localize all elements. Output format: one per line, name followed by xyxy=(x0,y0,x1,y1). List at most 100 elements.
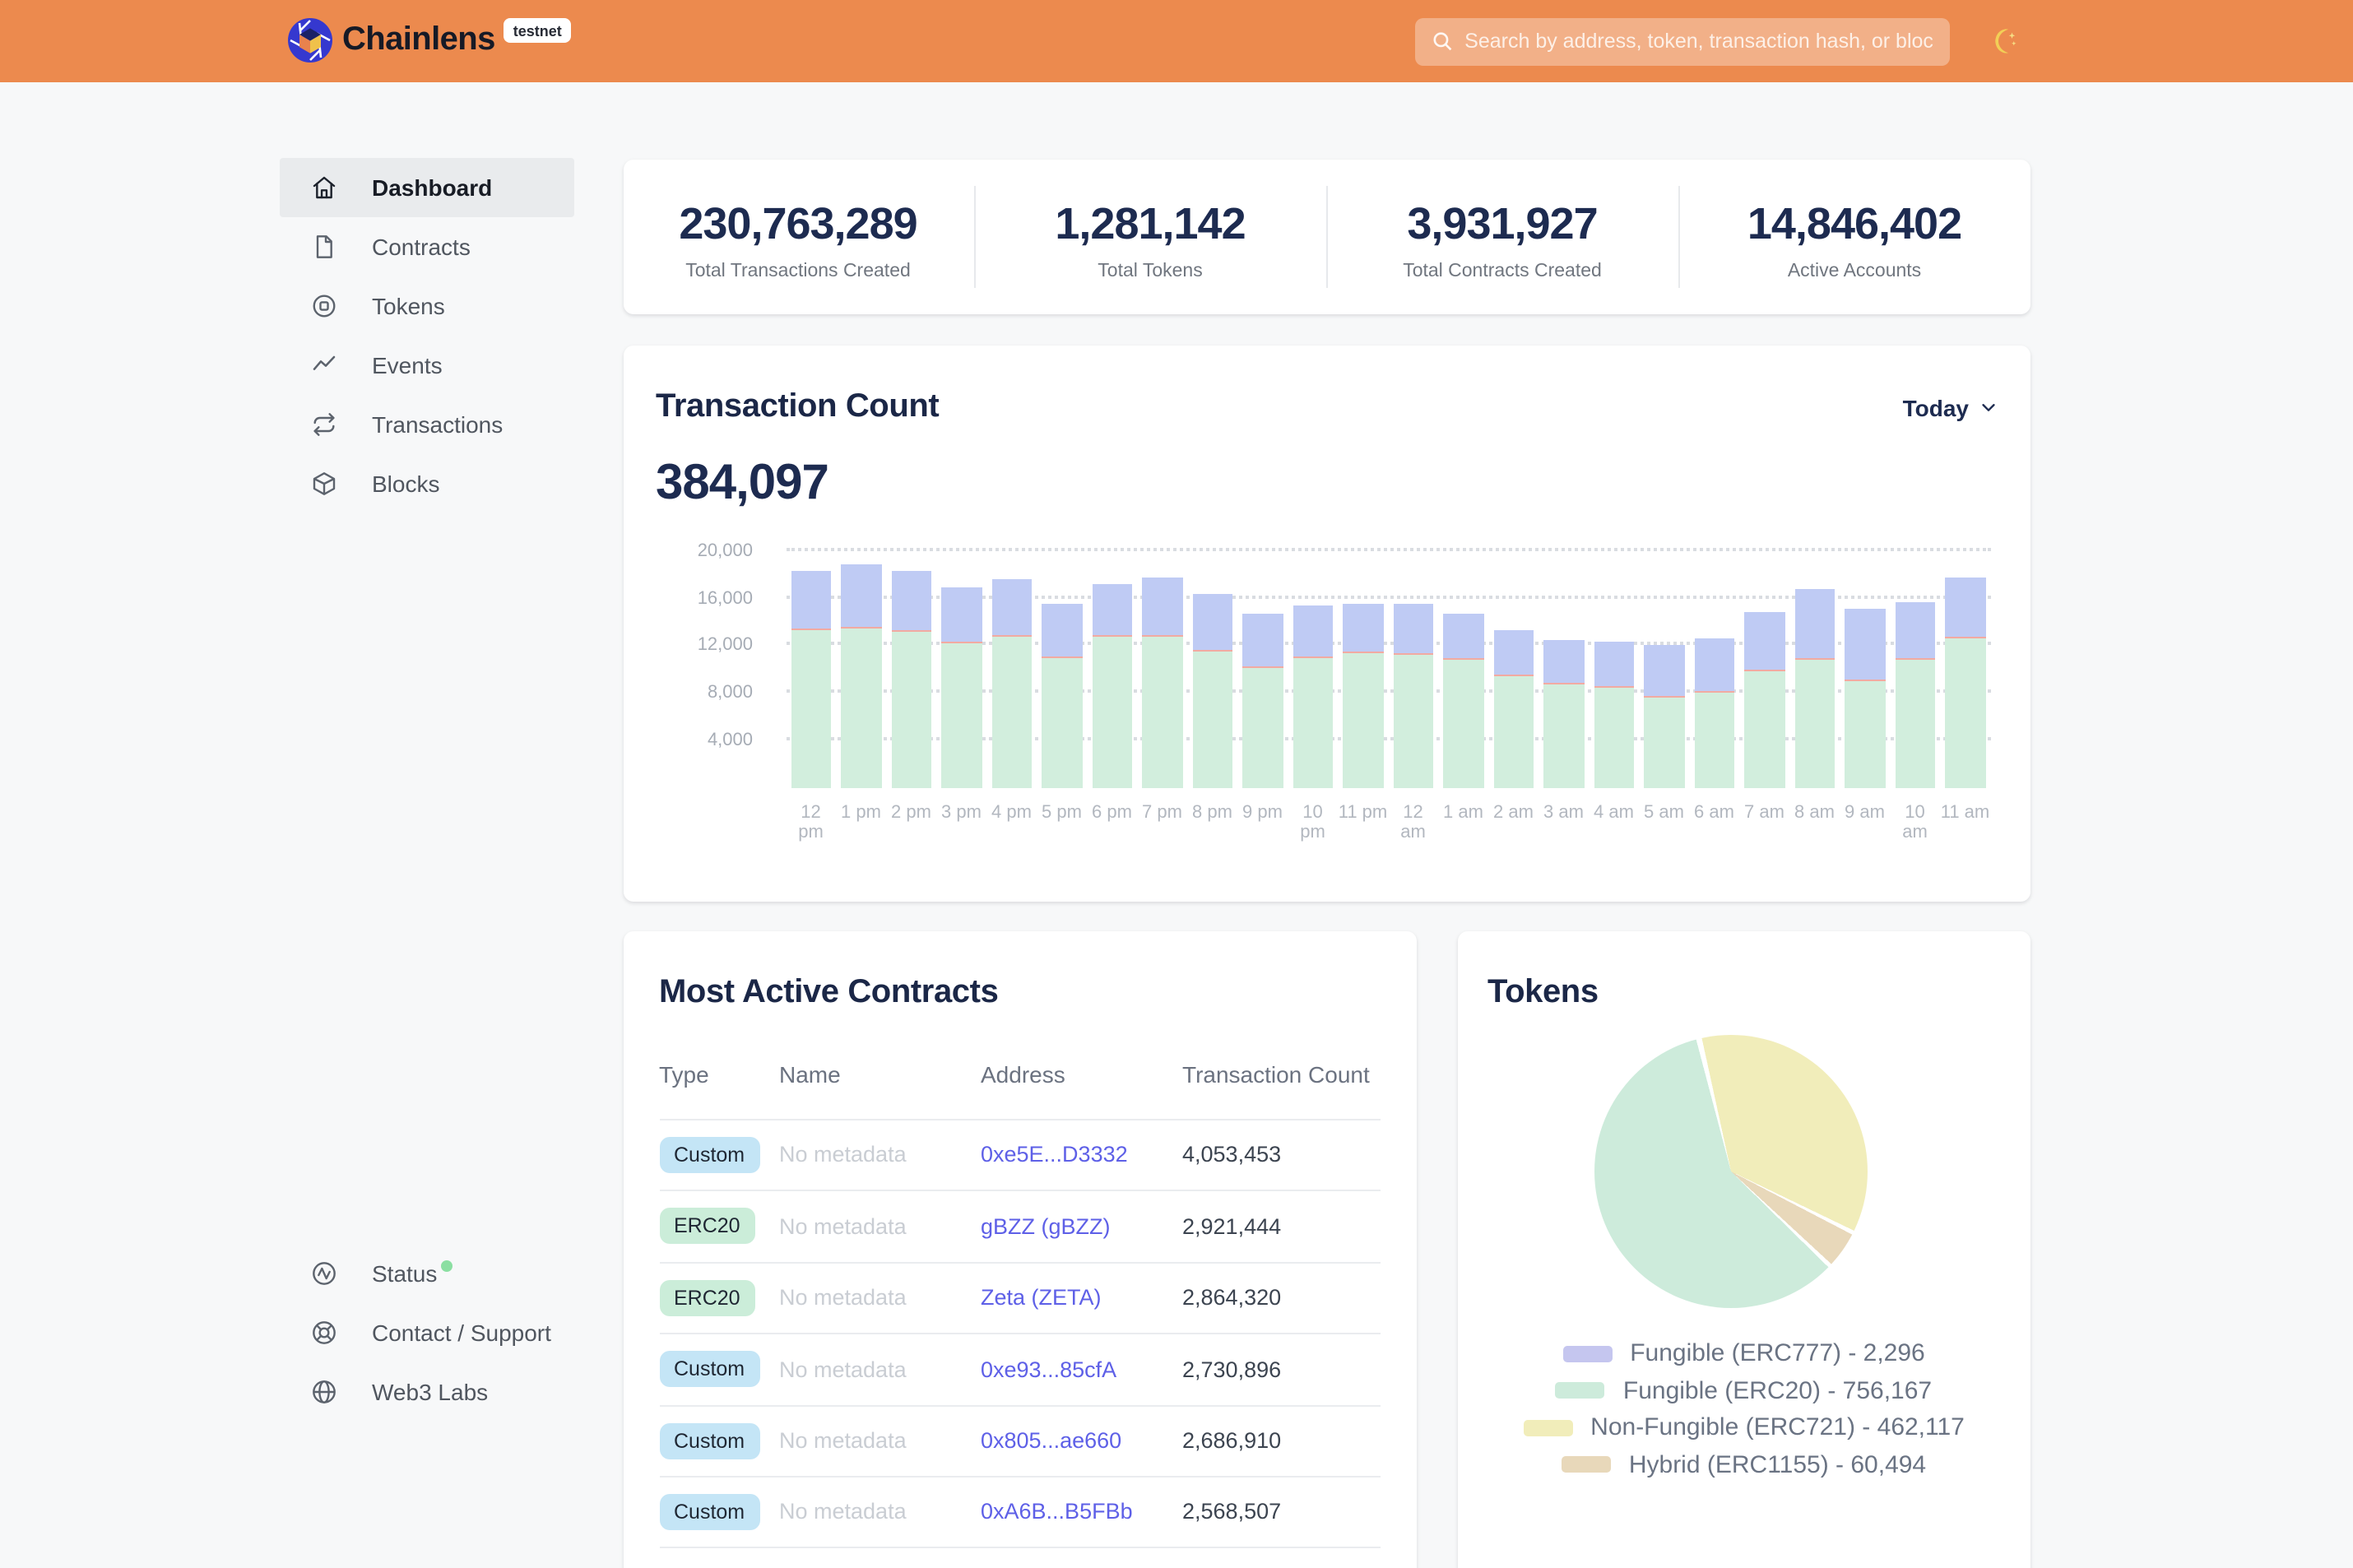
x-tick-label: 5 pm xyxy=(1037,802,1087,842)
type-badge: Custom xyxy=(659,1352,759,1388)
address-link[interactable]: gBZZ (gBZZ) xyxy=(981,1214,1182,1239)
sidebar-item-label: Web3 Labs xyxy=(372,1379,488,1405)
top-bar: Chainlens testnet xyxy=(0,0,2353,82)
chainlens-logo-icon xyxy=(288,18,332,63)
bar-segment-series-green xyxy=(1895,659,1935,787)
tokens-pie-chart xyxy=(1594,1034,1868,1307)
sidebar-item-label: Tokens xyxy=(372,293,445,319)
sidebar-item-label: Transactions xyxy=(372,411,503,438)
bar-segment-series-green xyxy=(1744,671,1784,787)
x-tick-label: 4 pm xyxy=(986,802,1037,842)
cell-transaction-count: 2,921,444 xyxy=(1182,1214,1381,1239)
legend-swatch xyxy=(1562,1457,1611,1473)
bar-segment-series-blue xyxy=(991,578,1032,634)
table-row: CustomNo metadata0xe93...85cfA2,730,896 xyxy=(659,1333,1381,1404)
cell-name: No metadata xyxy=(779,1286,981,1311)
chart-bar-7-am xyxy=(1739,551,1789,787)
cell-type: Custom xyxy=(659,1352,779,1388)
address-link[interactable]: 0xA6B...B5FBb xyxy=(981,1500,1182,1524)
home-icon xyxy=(311,174,337,201)
tokens-title: Tokens xyxy=(1487,973,2000,1011)
sidebar-item-transactions[interactable]: Transactions xyxy=(280,395,573,454)
bar-segment-series-green xyxy=(1242,667,1283,787)
stat-label: Total Tokens xyxy=(975,261,1325,281)
bar-segment-series-blue xyxy=(1192,594,1232,651)
cell-transaction-count: 2,864,320 xyxy=(1182,1286,1381,1311)
bar-chart: 4,0008,00012,00016,00020,000 xyxy=(656,551,1997,787)
contracts-table-body: CustomNo metadata0xe5E...D33324,053,453E… xyxy=(659,1118,1381,1547)
x-tick-label: 8 pm xyxy=(1187,802,1237,842)
x-tick-label: 10 pm xyxy=(1288,802,1338,842)
bar-segment-series-blue xyxy=(1895,602,1935,657)
search-bar[interactable] xyxy=(1415,17,1950,65)
bar-segment-series-blue xyxy=(1443,614,1483,658)
stat-value: 1,281,142 xyxy=(975,198,1325,249)
moon-icon[interactable] xyxy=(1991,26,2021,56)
sidebar-item-dashboard[interactable]: Dashboard xyxy=(280,158,573,217)
x-tick-label: 6 am xyxy=(1689,802,1739,842)
bar-segment-series-green xyxy=(1042,658,1082,787)
chart-bar-8-am xyxy=(1789,551,1840,787)
range-selector-dropdown[interactable]: Today xyxy=(1903,394,1997,420)
address-link[interactable]: 0xe93...85cfA xyxy=(981,1357,1182,1382)
chevron-down-icon xyxy=(1979,398,1997,416)
stat-value: 14,846,402 xyxy=(1679,198,2030,249)
x-tick-label: 9 am xyxy=(1840,802,1890,842)
bar-segment-series-blue xyxy=(1794,589,1835,659)
sidebar-item-status[interactable]: Status xyxy=(280,1244,573,1303)
sidebar-item-blocks[interactable]: Blocks xyxy=(280,454,573,513)
cell-name: No metadata xyxy=(779,1143,981,1167)
chart-bar-2-pm xyxy=(886,551,936,787)
type-badge: Custom xyxy=(659,1423,759,1459)
activity-icon xyxy=(311,1260,337,1287)
address-link[interactable]: 0x805...ae660 xyxy=(981,1429,1182,1454)
search-input[interactable] xyxy=(1464,30,1933,53)
most-active-contracts-card: Most Active Contracts TypeNameAddressTra… xyxy=(623,930,1417,1568)
cell-type: Custom xyxy=(659,1423,779,1459)
sidebar-footer: StatusContact / Support Web3 Labs xyxy=(280,1244,573,1422)
bar-segment-series-blue xyxy=(1092,584,1132,635)
address-link[interactable]: Zeta (ZETA) xyxy=(981,1286,1182,1311)
cell-type: ERC20 xyxy=(659,1208,779,1245)
bar-segment-series-green xyxy=(1694,693,1734,788)
bar-segment-series-blue xyxy=(1945,578,1985,637)
support-icon xyxy=(311,1320,337,1346)
bar-segment-series-green xyxy=(841,629,881,787)
chart-plot xyxy=(786,551,1990,787)
chart-bar-1-pm xyxy=(836,551,886,787)
sidebar-item-contracts[interactable]: Contracts xyxy=(280,217,573,276)
cell-transaction-count: 2,730,896 xyxy=(1182,1357,1381,1382)
stat-value: 3,931,927 xyxy=(1327,198,1678,249)
chart-bar-11-pm xyxy=(1338,551,1388,787)
bar-segment-series-green xyxy=(1343,654,1383,787)
sidebar-item-web3-labs[interactable]: Web3 Labs xyxy=(280,1362,573,1422)
x-tick-label: 7 am xyxy=(1739,802,1789,842)
range-selector-value: Today xyxy=(1903,394,1969,420)
chart-bar-10-am xyxy=(1890,551,1940,787)
address-link[interactable]: 0xe5E...D3332 xyxy=(981,1143,1182,1167)
env-badge: testnet xyxy=(504,18,572,43)
bar-segment-series-blue xyxy=(1644,645,1684,696)
bar-segment-series-blue xyxy=(891,571,931,629)
sidebar-item-contact-support[interactable]: Contact / Support xyxy=(280,1303,573,1362)
y-tick-label: 4,000 xyxy=(708,731,753,750)
brand[interactable]: Chainlens testnet xyxy=(288,18,572,63)
table-row: ERC20No metadatagBZZ (gBZZ)2,921,444 xyxy=(659,1190,1381,1261)
column-header-name: Name xyxy=(779,1060,981,1087)
bar-segment-series-blue xyxy=(941,587,982,641)
sidebar-item-tokens[interactable]: Tokens xyxy=(280,276,573,336)
bar-segment-series-blue xyxy=(1343,604,1383,652)
table-row: CustomNo metadata0xA6B...B5FBb2,568,507 xyxy=(659,1476,1381,1547)
sidebar-item-events[interactable]: Events xyxy=(280,336,573,395)
bar-segment-series-blue xyxy=(841,564,881,627)
bar-stack xyxy=(1543,640,1584,787)
x-tick-label: 1 pm xyxy=(836,802,886,842)
bar-segment-series-green xyxy=(1393,655,1433,787)
stat-active-accounts: 14,846,402Active Accounts xyxy=(1678,185,2030,287)
stat-total-tokens: 1,281,142 Total Tokens xyxy=(973,185,1325,287)
x-tick-label: 3 pm xyxy=(936,802,986,842)
sidebar: DashboardContracts Tokens Events Transactio… xyxy=(280,82,573,1568)
type-badge: ERC20 xyxy=(659,1208,755,1245)
bar-segment-series-blue xyxy=(1042,605,1082,656)
chart-bar-3-pm xyxy=(936,551,986,787)
